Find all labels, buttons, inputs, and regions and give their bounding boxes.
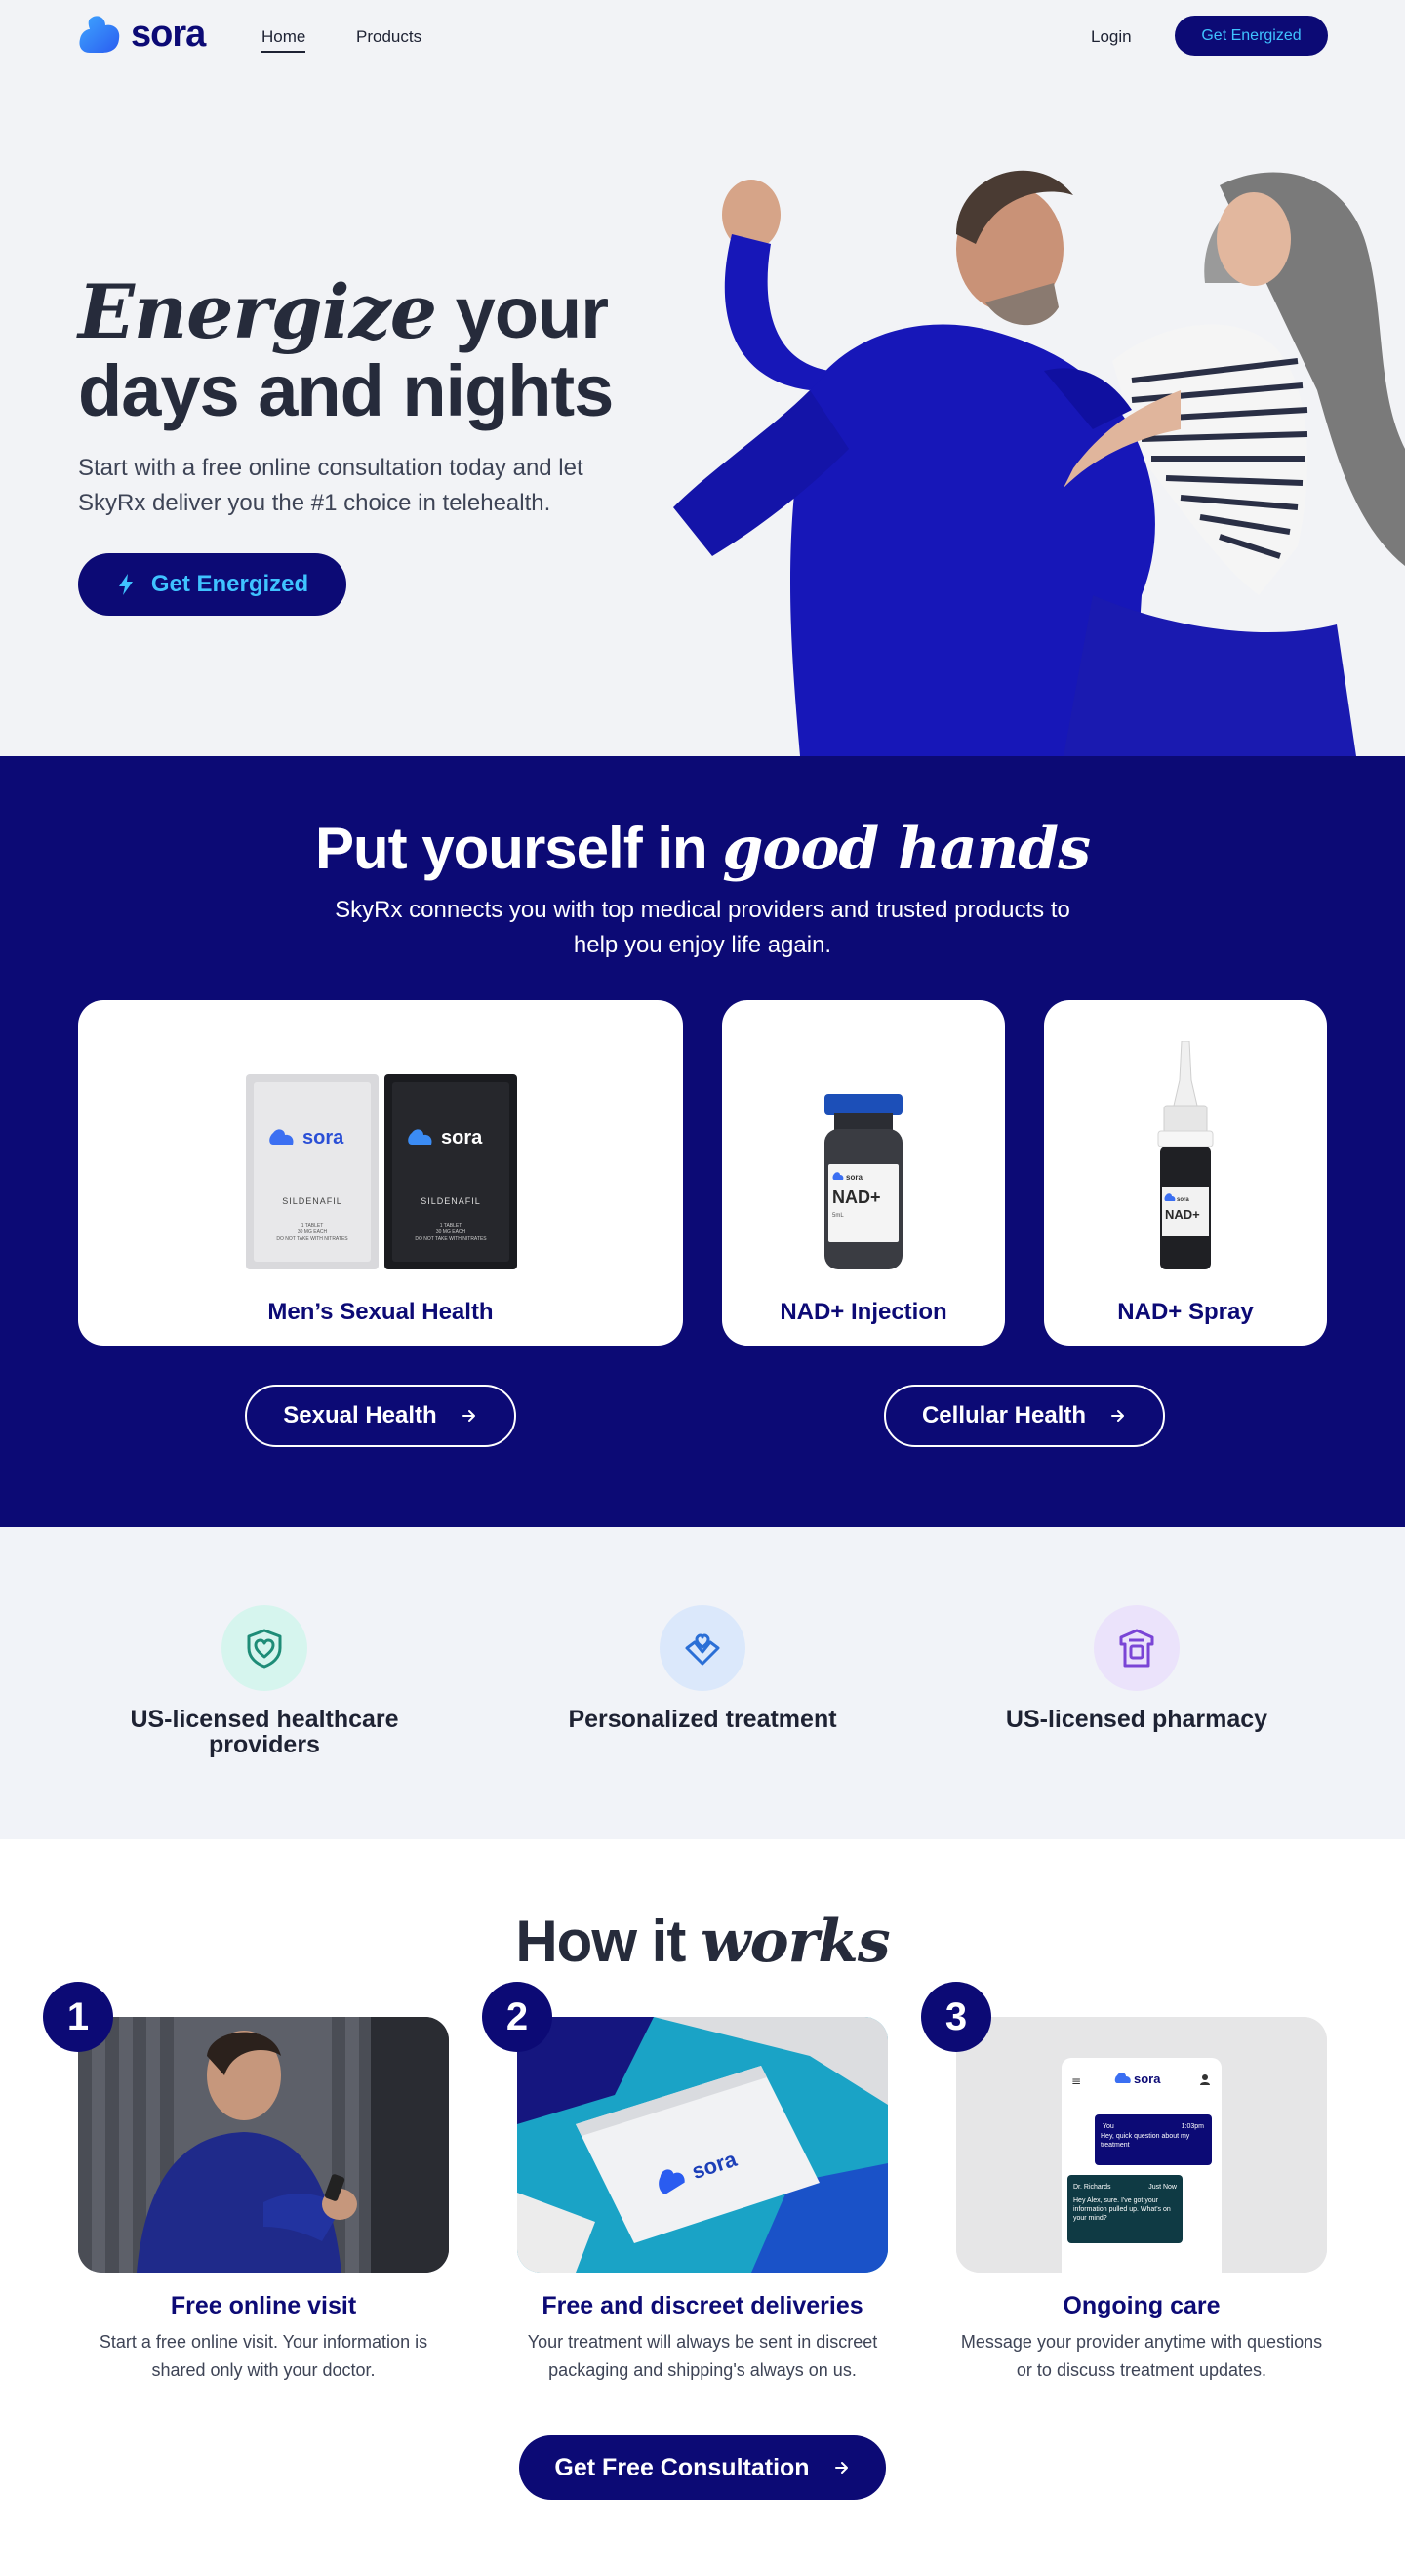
packet-right-brand: sora xyxy=(441,1127,483,1148)
feature-label: US-licensed pharmacy xyxy=(1005,1706,1268,1733)
step-description: Start a free online visit. Your informat… xyxy=(99,2332,428,2380)
packet-right-small-3: DO NOT TAKE WITH NITRATES xyxy=(415,1236,487,1242)
arrow-right-icon xyxy=(462,1410,475,1422)
step-description: Message your provider anytime with quest… xyxy=(960,2332,1323,2380)
step-free-discreet-deliveries: 2 sora Free and discreet deliveries Your… xyxy=(482,1982,888,2385)
msg1-time: 1:03pm xyxy=(1182,2123,1205,2130)
how-it-works-section: How it works 1 Free online visit Start a… xyxy=(0,1839,1405,2576)
step-number-badge: 3 xyxy=(921,1982,991,2052)
step-free-online-visit: 1 Free online visit Start a free online … xyxy=(43,1982,449,2385)
arrow-right-icon xyxy=(834,2462,848,2474)
hero-title-italic: Energize xyxy=(78,268,437,355)
feature-icon-circle xyxy=(660,1605,745,1691)
step-title: Free and discreet deliveries xyxy=(542,2292,863,2319)
nad-spray-bottle-image: sora NAD+ xyxy=(1157,1041,1214,1269)
good-hands-title-italic: good hands xyxy=(722,815,1091,883)
step-number-badge: 1 xyxy=(43,1982,113,2052)
card-label: NAD+ Injection xyxy=(780,1299,947,1325)
get-free-consultation-button[interactable]: Get Free Consultation xyxy=(519,2435,886,2500)
shield-heart-icon xyxy=(247,1629,282,1669)
packet-left-label: SILDENAFIL xyxy=(282,1196,342,1206)
consult-label: Get Free Consultation xyxy=(554,2453,810,2481)
lightning-icon xyxy=(118,574,133,595)
product-card-mens-sexual-health[interactable]: sora sora SILDENAFIL SILDENAFIL 1 TABLET… xyxy=(78,1000,683,1346)
msg2-from: Dr. Richards xyxy=(1073,2184,1111,2191)
feature-licensed-providers: US-licensed healthcare providers xyxy=(89,1605,440,1757)
how-it-works-title: How it works xyxy=(0,1908,1405,1976)
top-nav: sora Home Products Login Get Energized xyxy=(0,0,1405,74)
hands-heart-icon xyxy=(685,1633,720,1666)
feature-licensed-pharmacy: US-licensed pharmacy xyxy=(961,1605,1312,1732)
svg-text:≡: ≡ xyxy=(1071,2074,1081,2088)
hero-get-energized-button[interactable]: Get Energized xyxy=(78,553,346,616)
hero-section: Energize your days and nights Start with… xyxy=(0,0,1405,756)
vial-brand: sora xyxy=(846,1173,863,1182)
packet-left-small-3: DO NOT TAKE WITH NITRATES xyxy=(276,1236,348,1242)
feature-label: Personalized treatment xyxy=(568,1706,837,1733)
feature-label: US-licensed healthcare providers xyxy=(130,1706,399,1758)
header-get-energized-button[interactable]: Get Energized xyxy=(1175,16,1328,56)
hero-title: Energize your days and nights xyxy=(78,272,614,431)
product-card-nad-spray[interactable]: sora NAD+ NAD+ Spray xyxy=(1044,1000,1327,1346)
cellular-health-button[interactable]: Cellular Health xyxy=(884,1385,1165,1447)
good-hands-subtitle: SkyRx connects you with top medical prov… xyxy=(335,897,1070,958)
man-with-phone-image xyxy=(78,2017,449,2273)
nav-login-link[interactable]: Login xyxy=(1091,27,1132,47)
hero-couple-dancing-image xyxy=(673,170,1405,756)
logo-text: sora xyxy=(131,13,206,55)
sora-cloud-logo-icon xyxy=(79,16,120,54)
how-title-italic: works xyxy=(701,1908,891,1976)
hero-title-word: your xyxy=(455,272,609,353)
feature-personalized-treatment: Personalized treatment xyxy=(527,1605,878,1732)
msg1-from: You xyxy=(1103,2123,1114,2130)
step-title: Free online visit xyxy=(170,2292,357,2319)
feature-icon-circle xyxy=(221,1605,307,1691)
card-label: NAD+ Spray xyxy=(1117,1299,1254,1325)
product-card-nad-injection[interactable]: sora NAD+ 5mL NAD+ Injection xyxy=(722,1000,1005,1346)
good-hands-title-plain: Put yourself in xyxy=(314,816,708,881)
phone-brand: sora xyxy=(1134,2072,1161,2086)
good-hands-title: Put yourself in good hands xyxy=(0,815,1405,883)
cellular-health-label: Cellular Health xyxy=(921,1402,1087,1429)
feature-icon-circle xyxy=(1094,1605,1180,1691)
card-label: Men’s Sexual Health xyxy=(267,1299,494,1325)
packet-right-small-2: 30 MG EACH xyxy=(436,1229,466,1235)
packet-left-small-1: 1 TABLET xyxy=(301,1223,324,1228)
msg1-text: Hey, quick question about my treatment xyxy=(1101,2133,1190,2149)
sexual-health-button[interactable]: Sexual Health xyxy=(245,1385,516,1447)
pharmacy-icon xyxy=(1119,1629,1154,1668)
msg2-text: Hey Alex, sure. I've got your informatio… xyxy=(1073,2197,1171,2222)
sora-logo[interactable]: sora xyxy=(78,12,206,57)
packet-left-small-2: 30 MG EACH xyxy=(298,1229,328,1235)
sora-packages-image: sora xyxy=(517,2017,888,2273)
nad-vial-image: sora NAD+ 5mL xyxy=(824,1094,903,1269)
how-title-plain: How it xyxy=(515,1909,686,1974)
spray-label: NAD+ xyxy=(1165,1207,1200,1222)
arrow-right-icon xyxy=(1111,1410,1125,1422)
spray-brand: sora xyxy=(1177,1197,1189,1203)
hero-title-line-2: days and nights xyxy=(78,350,614,431)
nav-products-link[interactable]: Products xyxy=(356,27,422,47)
step-ongoing-care: 3 ≡ sora You 1:03pm Hey, quick question … xyxy=(921,1982,1327,2385)
step-number-badge: 2 xyxy=(482,1982,552,2052)
msg2-time: Just Now xyxy=(1148,2184,1178,2191)
step-title: Ongoing care xyxy=(1063,2292,1221,2319)
step-description: Your treatment will always be sent in di… xyxy=(527,2332,878,2380)
vial-label: NAD+ xyxy=(832,1187,881,1207)
packet-left-brand: sora xyxy=(302,1127,344,1148)
sexual-health-label: Sexual Health xyxy=(283,1402,437,1429)
nav-home-link[interactable]: Home xyxy=(261,27,306,53)
packet-right-label: SILDENAFIL xyxy=(421,1196,481,1206)
features-section: US-licensed healthcare providers Persona… xyxy=(0,1527,1405,1839)
hero-cta-label: Get Energized xyxy=(150,571,309,597)
sildenafil-packets-image: sora sora SILDENAFIL SILDENAFIL 1 TABLET… xyxy=(246,1074,517,1269)
vial-volume: 5mL xyxy=(832,1213,844,1219)
phone-chat-image: ≡ sora You 1:03pm Hey, quick question ab… xyxy=(956,2017,1327,2273)
good-hands-section: Put yourself in good hands SkyRx connect… xyxy=(0,756,1405,1527)
hero-subtitle: Start with a free online consultation to… xyxy=(78,455,583,516)
packet-right-small-1: 1 TABLET xyxy=(440,1223,462,1228)
